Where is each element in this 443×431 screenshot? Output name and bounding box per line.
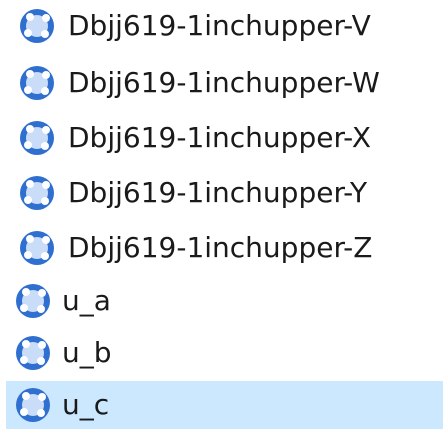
list-item[interactable]: Dbjj619-1inchupper-X xyxy=(0,115,443,161)
file-list: Dbjj619-1inchupper-V Dbjj619-1inchupper-… xyxy=(0,0,443,431)
shape-file-icon xyxy=(20,66,54,100)
list-item-label: Dbjj619-1inchupper-Z xyxy=(68,231,373,264)
list-item[interactable]: Dbjj619-1inchupper-W xyxy=(0,60,443,106)
list-item-label: u_c xyxy=(62,388,110,421)
shape-file-icon xyxy=(16,388,50,422)
list-item[interactable]: Dbjj619-1inchupper-Z xyxy=(0,225,443,271)
list-item-label: Dbjj619-1inchupper-Y xyxy=(68,176,368,209)
list-item-label: u_a xyxy=(62,284,111,317)
list-item-label: Dbjj619-1inchupper-V xyxy=(68,9,371,42)
list-item[interactable]: Dbjj619-1inchupper-Y xyxy=(0,170,443,216)
list-item[interactable]: u_a xyxy=(0,278,443,324)
list-item-selected[interactable]: u_c xyxy=(6,381,443,429)
shape-file-icon xyxy=(20,9,54,43)
list-item-label: Dbjj619-1inchupper-W xyxy=(68,66,380,99)
shape-file-icon xyxy=(16,336,50,370)
shape-file-icon xyxy=(16,284,50,318)
list-item[interactable]: Dbjj619-1inchupper-V xyxy=(0,3,443,49)
list-item-label: u_b xyxy=(62,336,112,369)
shape-file-icon xyxy=(20,176,54,210)
list-item-label: Dbjj619-1inchupper-X xyxy=(68,121,372,154)
list-item[interactable]: u_b xyxy=(0,330,443,376)
shape-file-icon xyxy=(20,231,54,265)
shape-file-icon xyxy=(20,121,54,155)
